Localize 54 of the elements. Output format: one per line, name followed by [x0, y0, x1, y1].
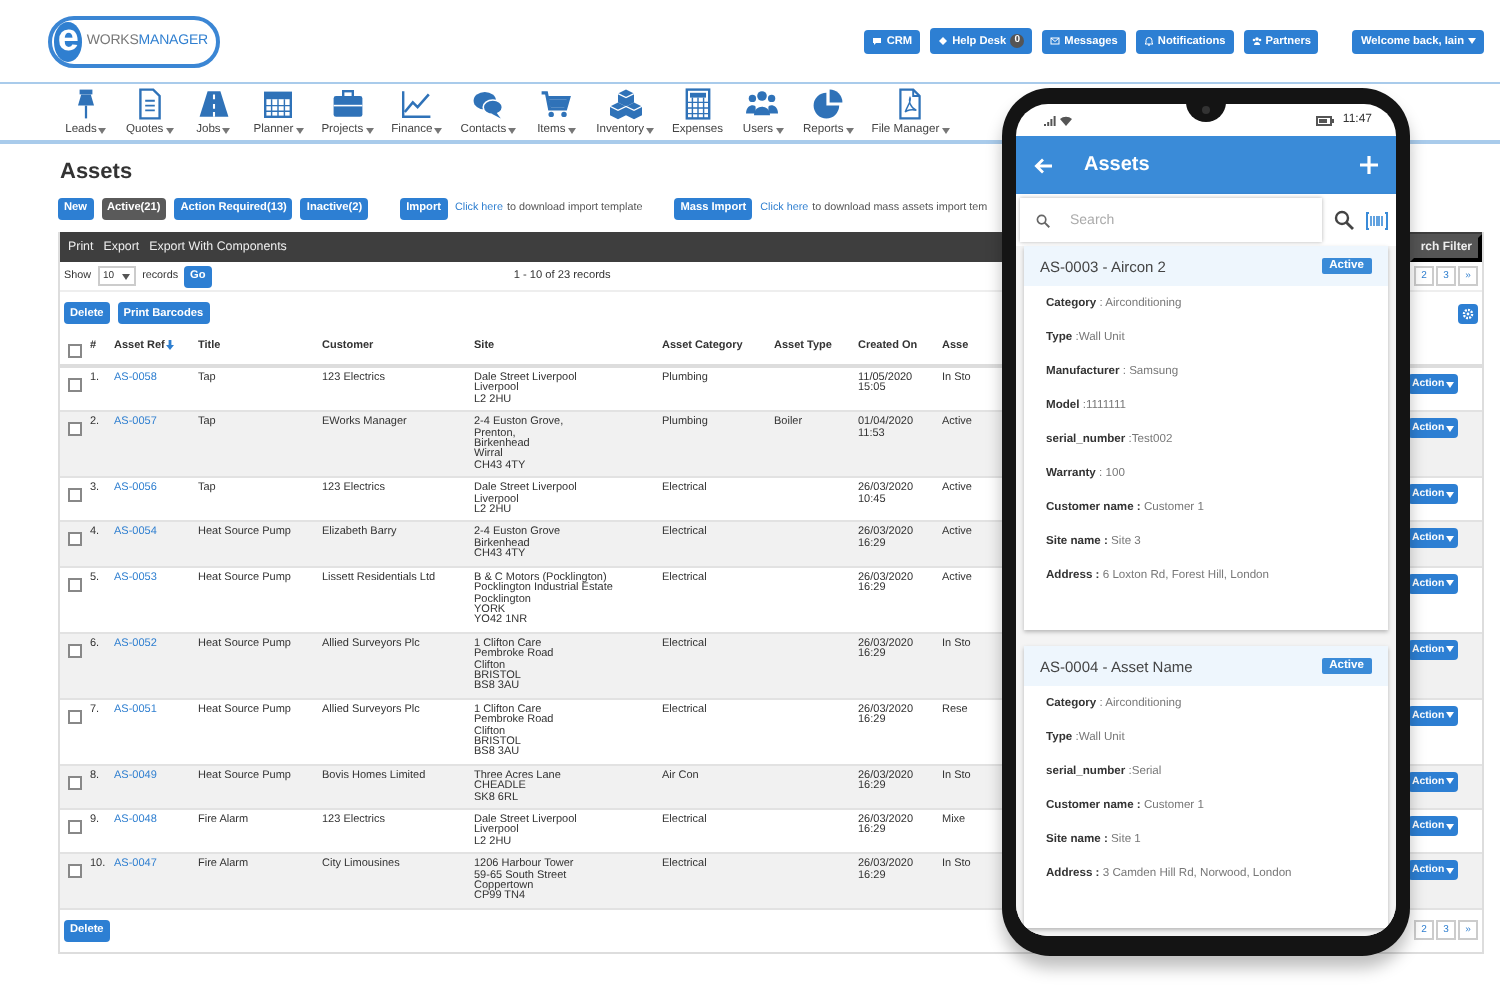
back-arrow-icon — [1034, 157, 1052, 173]
caret-icon — [1446, 778, 1455, 785]
wifi-icon — [1060, 115, 1072, 125]
checkbox[interactable] — [68, 378, 82, 392]
search-icon — [1334, 210, 1354, 230]
signal-icon — [1044, 115, 1056, 125]
chat-icon — [472, 88, 505, 120]
checkbox[interactable] — [68, 488, 82, 503]
caret-icon — [1446, 535, 1455, 542]
envelope-icon — [1050, 36, 1061, 46]
caret-icon — [1446, 712, 1455, 719]
logo-mark: e — [54, 21, 83, 61]
battery-icon — [1316, 115, 1335, 125]
checkbox[interactable] — [68, 820, 82, 834]
calendar-icon — [262, 88, 295, 120]
checkbox[interactable] — [68, 775, 82, 790]
document-icon — [133, 88, 166, 120]
plus-icon — [1360, 156, 1378, 174]
briefcase-icon — [331, 88, 364, 120]
checkbox[interactable] — [68, 709, 82, 724]
caret-icon — [1468, 38, 1476, 44]
users-icon — [746, 88, 779, 120]
chat-icon — [872, 36, 883, 46]
calculator-icon — [681, 88, 714, 120]
page-title: Assets — [60, 160, 133, 184]
checkbox[interactable] — [68, 532, 82, 547]
checkbox[interactable] — [68, 344, 82, 358]
sort-icon — [166, 340, 175, 350]
caret-icon — [1446, 867, 1455, 874]
line-chart-icon — [400, 88, 433, 120]
caret-icon — [1446, 823, 1455, 829]
caret-icon — [1446, 425, 1455, 432]
caret-icon — [122, 273, 131, 279]
caret-icon — [1446, 580, 1455, 587]
cubes-icon — [609, 88, 642, 120]
settings-icon — [1462, 307, 1474, 319]
checkbox[interactable] — [68, 422, 82, 437]
checkbox[interactable] — [68, 864, 82, 879]
settings-button[interactable] — [1458, 303, 1478, 323]
caret-icon — [1446, 646, 1455, 653]
caret-icon — [1446, 491, 1455, 498]
cart-icon — [540, 88, 573, 120]
file-icon — [894, 88, 927, 120]
app-title: Assets — [1084, 154, 1152, 176]
search-icon — [1036, 214, 1050, 228]
caret-icon — [1446, 381, 1455, 387]
pie-chart-icon — [812, 88, 845, 120]
checkbox[interactable] — [68, 643, 82, 658]
barcode-icon — [1366, 211, 1388, 229]
road-icon — [197, 88, 230, 120]
checkbox[interactable] — [68, 577, 82, 592]
users-icon — [1251, 36, 1262, 46]
bell-icon — [1143, 36, 1154, 46]
asset-card[interactable] — [1024, 246, 1388, 630]
